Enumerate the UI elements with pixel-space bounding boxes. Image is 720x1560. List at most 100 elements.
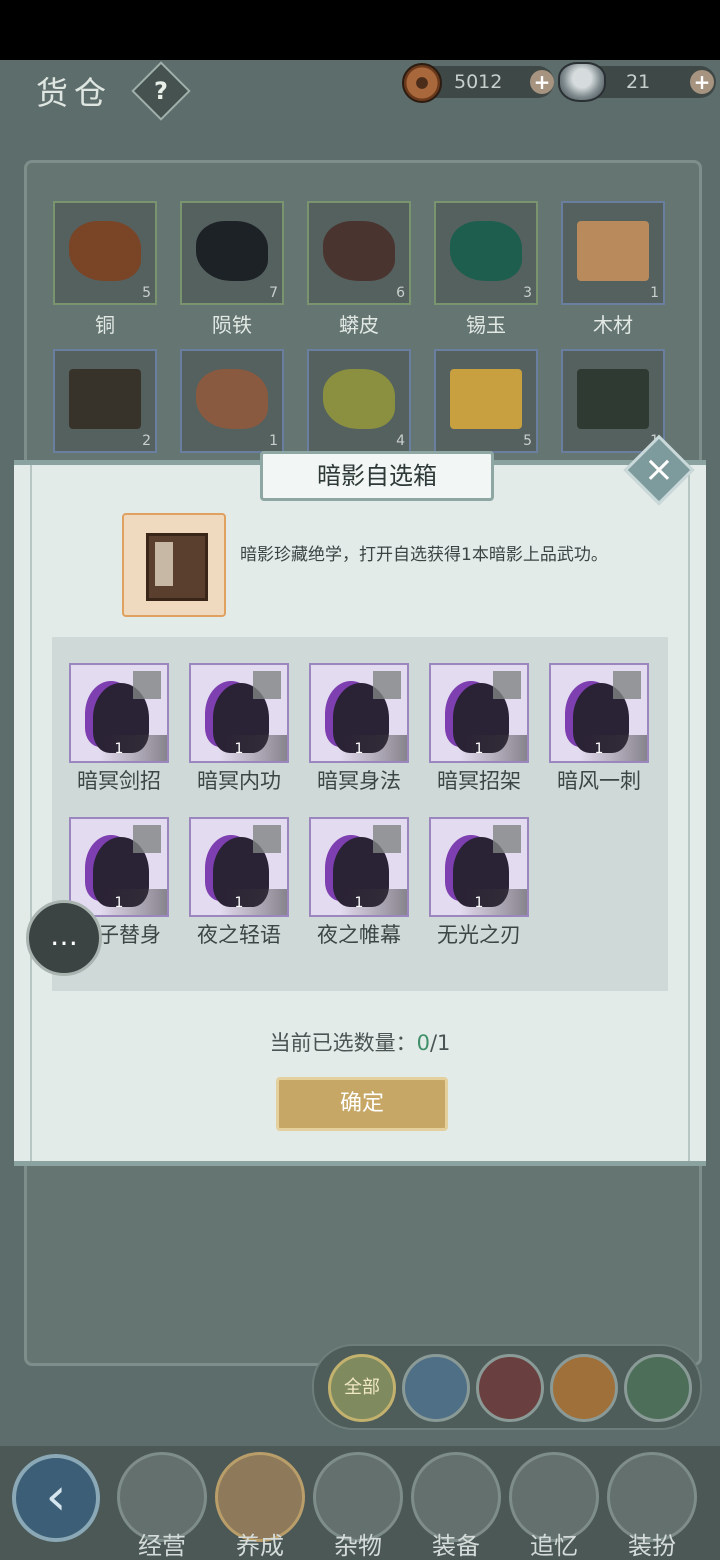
skill-slot: 1: [309, 663, 409, 763]
nav-outfit[interactable]: 装扮: [606, 1452, 698, 1560]
skill-option[interactable]: 1 暗风一刺: [544, 663, 654, 795]
skill-option[interactable]: 1 暗冥招架: [424, 663, 534, 795]
item-slot-7[interactable]: 1: [180, 349, 284, 453]
select-checkbox[interactable]: [493, 825, 521, 853]
mossy-stone-icon: [323, 369, 395, 429]
python-skin-icon: [323, 221, 395, 281]
close-icon: ×: [643, 449, 675, 490]
filter-weapon-button[interactable]: [476, 1354, 544, 1422]
select-checkbox[interactable]: [373, 825, 401, 853]
nav-label: 经营: [138, 1532, 186, 1560]
skill-count: 1: [191, 735, 287, 761]
item-slot: 3: [434, 201, 538, 305]
skill-name: 夜之轻语: [197, 923, 281, 947]
tin-jade-icon: [450, 221, 522, 281]
item-slot: 4: [307, 349, 411, 453]
skill-option[interactable]: 1 无光之刃: [424, 817, 534, 949]
selection-label: 当前已选数量：: [269, 1031, 417, 1055]
item-python-skin[interactable]: 6 蟒皮: [307, 201, 411, 338]
skill-option[interactable]: 1 夜之轻语: [184, 817, 294, 949]
shadow-chest-item: [122, 513, 226, 617]
item-count: 1: [269, 433, 278, 449]
item-tin-jade[interactable]: 3 锡玉: [434, 201, 538, 338]
select-checkbox[interactable]: [253, 825, 281, 853]
silver-value: 21: [626, 71, 651, 93]
skill-slot: 1: [189, 817, 289, 917]
confirm-button[interactable]: 确定: [276, 1077, 448, 1131]
nav-memories[interactable]: 追忆: [508, 1452, 600, 1560]
select-checkbox[interactable]: [613, 671, 641, 699]
item-name: 木材: [593, 313, 633, 337]
soil-icon: [196, 369, 268, 429]
item-slot: 5: [53, 201, 157, 305]
filter-material-button[interactable]: [550, 1354, 618, 1422]
skill-slot: 1: [429, 817, 529, 917]
skill-option[interactable]: 1 夜之帷幕: [304, 817, 414, 949]
skill-name: 暗冥剑招: [77, 769, 161, 793]
skill-name: 暗冥身法: [317, 769, 401, 793]
item-name: 铜: [95, 313, 115, 337]
copper-coin-icon: [402, 63, 442, 103]
item-wood[interactable]: 1 木材: [561, 201, 665, 338]
skill-count: 1: [551, 735, 647, 761]
item-count: 6: [396, 285, 405, 301]
item-slot-9[interactable]: 5: [434, 349, 538, 453]
back-button[interactable]: ‹: [12, 1454, 100, 1542]
item-slot: 1: [561, 349, 665, 453]
shadow-select-box-dialog: 暗影自选箱 × 暗影珍藏绝学，打开自选获得1本暗影上品武功。 1 暗冥剑招 1 …: [14, 434, 706, 1166]
skill-slot: 1: [429, 663, 529, 763]
back-arrow-icon: ‹: [45, 1467, 67, 1527]
item-name: 陨铁: [212, 313, 252, 337]
item-name: 锡玉: [466, 313, 506, 337]
iron-ingot-icon: [69, 369, 141, 429]
nav-business[interactable]: 经营: [116, 1452, 208, 1560]
filter-bag-button[interactable]: [402, 1354, 470, 1422]
item-slot-10[interactable]: 1: [561, 349, 665, 453]
help-button[interactable]: ?: [131, 61, 191, 121]
filter-all-button[interactable]: 全部: [328, 1354, 396, 1422]
skill-name: 无光之刃: [437, 923, 521, 947]
filter-umbrella-button[interactable]: [624, 1354, 692, 1422]
select-checkbox[interactable]: [133, 825, 161, 853]
skill-option[interactable]: 1 暗冥内功: [184, 663, 294, 795]
chat-bubble-icon: …: [50, 919, 78, 952]
item-slot-8[interactable]: 4: [307, 349, 411, 453]
nav-label: 装备: [432, 1532, 480, 1560]
nav-equipment[interactable]: 装备: [410, 1452, 502, 1560]
chest-icon: [146, 533, 208, 601]
top-bar: 货仓 ? 5012 + 21 +: [0, 60, 720, 121]
page-title: 货仓: [36, 74, 113, 112]
add-silver-button[interactable]: +: [690, 70, 714, 94]
skill-slot: 1: [69, 663, 169, 763]
skill-name: 暗冥内功: [197, 769, 281, 793]
item-slot: 6: [307, 201, 411, 305]
chat-button[interactable]: …: [26, 900, 102, 976]
roof-tile-icon: [577, 369, 649, 429]
silver-ingot-icon: [558, 62, 606, 102]
select-checkbox[interactable]: [493, 671, 521, 699]
nav-cultivate[interactable]: 养成: [214, 1452, 306, 1560]
select-checkbox[interactable]: [133, 671, 161, 699]
item-count: 5: [142, 285, 151, 301]
item-meteor-iron[interactable]: 7 陨铁: [180, 201, 284, 338]
add-copper-button[interactable]: +: [530, 70, 554, 94]
meteor-iron-icon: [196, 221, 268, 281]
nav-misc[interactable]: 杂物: [312, 1452, 404, 1560]
help-icon: ?: [154, 77, 168, 105]
item-copper[interactable]: 5 铜: [53, 201, 157, 338]
item-count: 4: [396, 433, 405, 449]
select-checkbox[interactable]: [373, 671, 401, 699]
item-slot-6[interactable]: 2: [53, 349, 157, 453]
skill-count: 1: [431, 889, 527, 915]
item-slot: 1: [561, 201, 665, 305]
straw-icon: [450, 369, 522, 429]
select-checkbox[interactable]: [253, 671, 281, 699]
copper-ore-icon: [69, 221, 141, 281]
skill-grid: 1 暗冥剑招 1 暗冥内功 1 暗冥身法 1 暗冥招架 1 暗风一刺 1 影子替…: [52, 637, 668, 991]
item-count: 3: [523, 285, 532, 301]
skill-option[interactable]: 1 暗冥剑招: [64, 663, 174, 795]
skill-option[interactable]: 1 暗冥身法: [304, 663, 414, 795]
filter-bar: 全部: [312, 1344, 702, 1430]
nav-label: 养成: [236, 1532, 284, 1560]
nav-label: 杂物: [334, 1532, 382, 1560]
